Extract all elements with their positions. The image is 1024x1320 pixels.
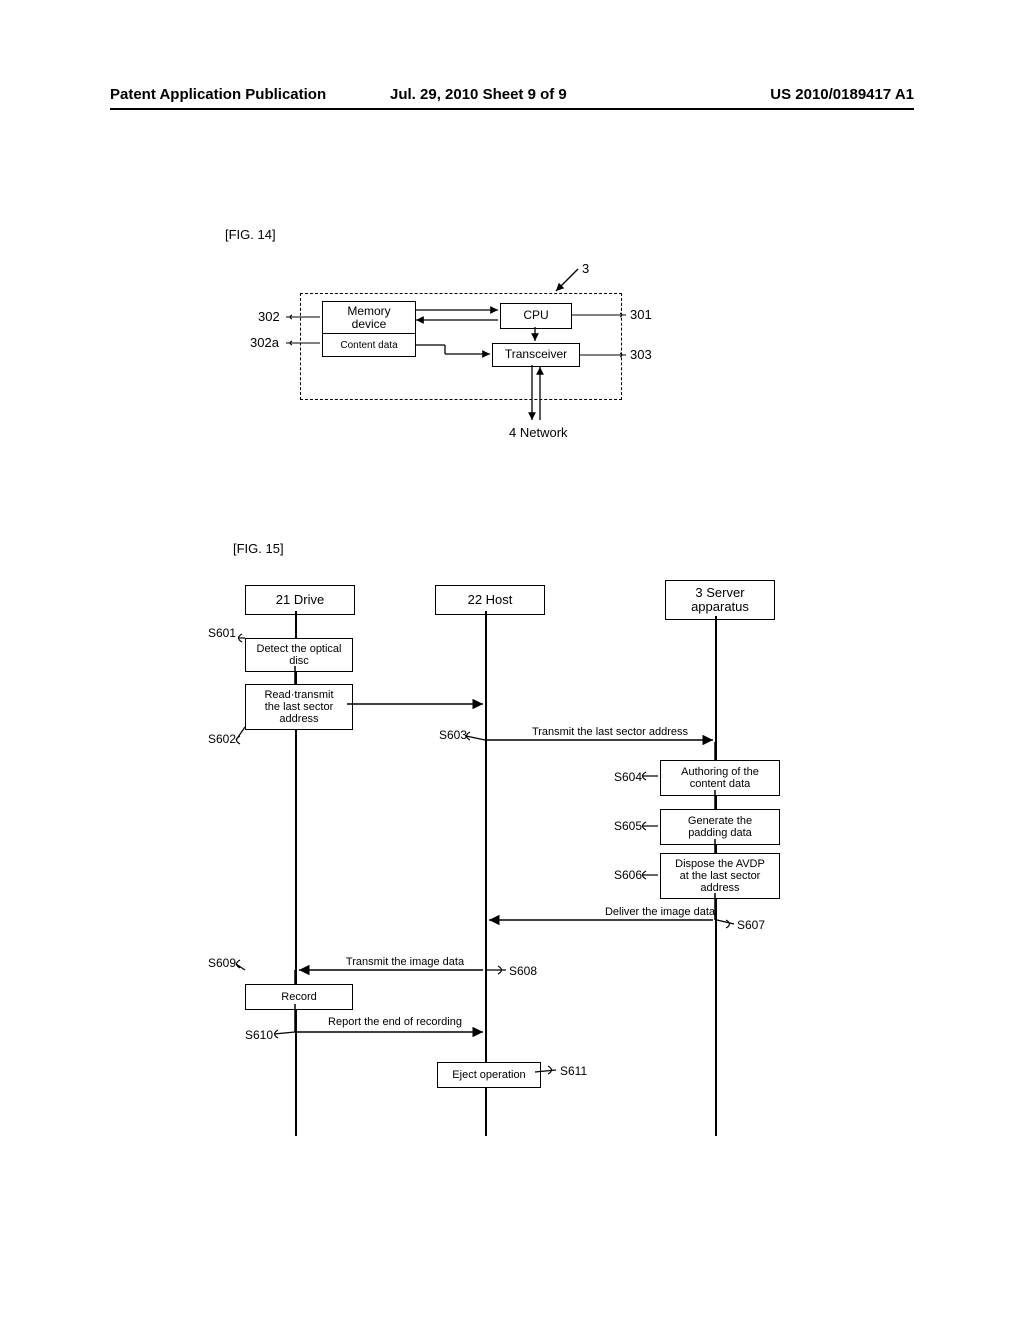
header-middle: Jul. 29, 2010 Sheet 9 of 9	[390, 86, 567, 103]
fig14-caption: [FIG. 14]	[225, 227, 276, 242]
header-left: Patent Application Publication	[110, 86, 326, 103]
fig15: 21 Drive 22 Host 3 Server apparatus S601…	[190, 580, 830, 1160]
fig14-connectors	[270, 265, 690, 475]
fig14: 3 Memory device Content data CPU Transce…	[270, 265, 690, 475]
fig15-arrows	[190, 580, 830, 1160]
page-header: Patent Application Publication Jul. 29, …	[110, 86, 914, 110]
header-right: US 2010/0189417 A1	[770, 86, 914, 103]
fig15-caption: [FIG. 15]	[233, 541, 284, 556]
